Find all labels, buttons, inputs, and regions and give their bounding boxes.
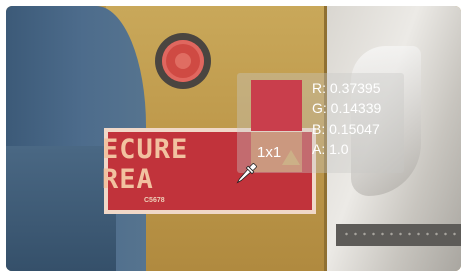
screenshot-frame: ECURE REA C5678 1x1 R: 0.37395 G: 0.1433… [0,0,467,277]
person-body-left [6,146,116,271]
sampled-color-swatch [251,80,302,131]
rail-holes [342,232,457,236]
sign-text-line2: REA [102,164,154,195]
eyedropper-icon[interactable] [231,159,261,189]
image-viewer[interactable]: ECURE REA C5678 1x1 R: 0.37395 G: 0.1433… [6,6,461,271]
sign-small-text: C5678 [144,197,165,204]
blue-channel-value: B: 0.15047 [312,121,380,137]
red-channel-value: R: 0.37395 [312,80,381,96]
green-channel-value: G: 0.14339 [312,100,382,116]
sign-text-line1: ECURE [102,134,189,165]
round-badge-center [175,53,191,69]
alpha-channel-value: A: 1.0 [312,141,349,157]
